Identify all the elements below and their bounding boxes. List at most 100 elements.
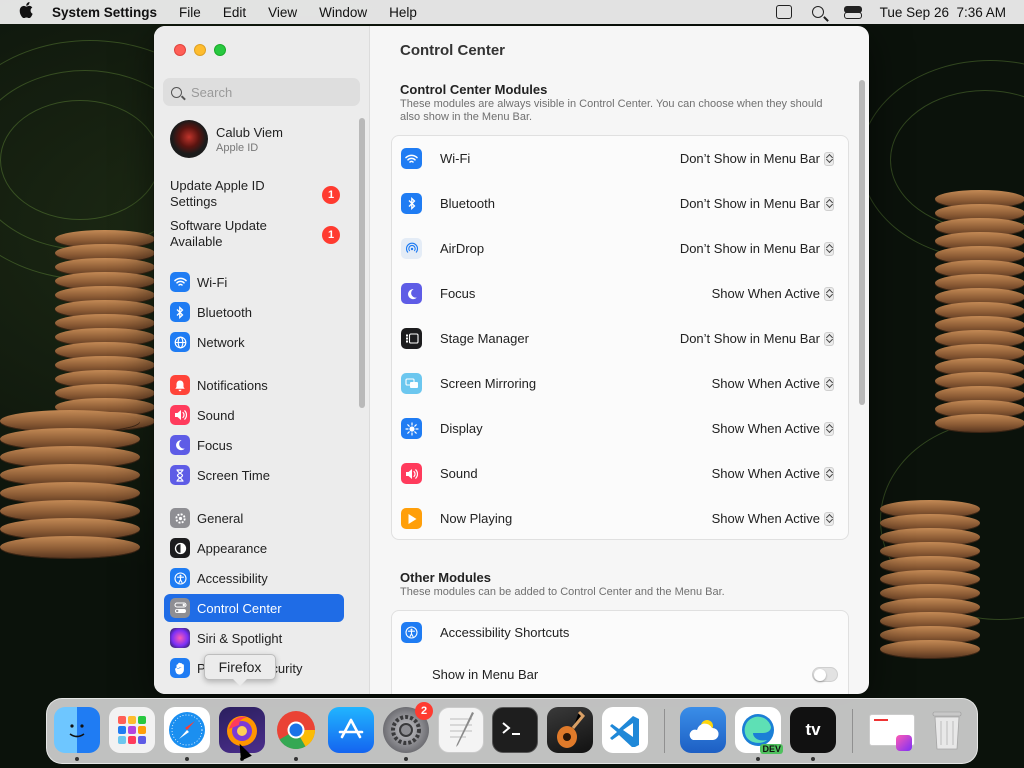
- menu-file[interactable]: File: [179, 5, 201, 20]
- trash-icon[interactable]: [924, 707, 970, 753]
- bell-icon: [170, 375, 190, 395]
- window-controls: [174, 44, 226, 56]
- sidebar-item-control-center[interactable]: Control Center: [164, 594, 344, 622]
- stage-manager-menu-icon[interactable]: [775, 5, 792, 19]
- apple-tv-label: tv: [805, 720, 821, 739]
- sidebar-item-general[interactable]: General: [164, 504, 344, 532]
- minimize-button[interactable]: [194, 44, 206, 56]
- module-visibility-select[interactable]: Show When Active: [712, 466, 834, 481]
- update-label: Update Apple ID Settings: [170, 178, 265, 209]
- garageband-icon[interactable]: [547, 707, 593, 753]
- module-row-accessibility-shortcuts: Accessibility Shortcuts: [392, 611, 848, 653]
- module-visibility-select[interactable]: Show When Active: [712, 286, 834, 301]
- module-row-screen-mirroring: Screen Mirroring Show When Active: [392, 361, 848, 406]
- sidebar-item-bluetooth[interactable]: Bluetooth: [164, 298, 344, 326]
- stage-manager-icon: [401, 328, 422, 349]
- modules-group: Wi-Fi Don’t Show in Menu Bar Bluetooth D…: [391, 135, 849, 540]
- screen-mirroring-icon: [401, 373, 422, 394]
- app-store-icon[interactable]: [328, 707, 374, 753]
- siri-icon: [170, 628, 190, 648]
- stepper-icon: [824, 151, 834, 166]
- select-value: Show When Active: [711, 421, 820, 436]
- sidebar-item-notifications[interactable]: Notifications: [164, 371, 344, 399]
- select-value: Show When Active: [711, 286, 820, 301]
- accessibility-icon: [401, 621, 422, 643]
- chrome-icon[interactable]: [273, 707, 319, 761]
- avatar: [170, 120, 208, 158]
- menu-help[interactable]: Help: [389, 5, 417, 20]
- dev-badge: DEV: [760, 744, 783, 754]
- sidebar-item-sound[interactable]: Sound: [164, 401, 344, 429]
- software-update-available[interactable]: Software Update Available 1: [170, 218, 340, 250]
- menu-app-name[interactable]: System Settings: [52, 5, 157, 20]
- sidebar-scrollbar[interactable]: [359, 118, 365, 408]
- module-visibility-select[interactable]: Show When Active: [712, 376, 834, 391]
- module-label: Focus: [440, 286, 476, 301]
- sidebar-search[interactable]: [163, 78, 360, 106]
- coin-stack-left-front: [0, 410, 140, 580]
- sun-icon: [401, 418, 422, 439]
- stepper-icon: [824, 286, 834, 301]
- module-visibility-select[interactable]: Don’t Show in Menu Bar: [680, 331, 834, 346]
- apple-menu-icon[interactable]: [0, 2, 52, 22]
- module-row-show-in-menu-bar: Show in Menu Bar: [392, 653, 848, 694]
- moon-icon: [170, 435, 190, 455]
- close-button[interactable]: [174, 44, 186, 56]
- menu-view[interactable]: View: [268, 5, 297, 20]
- module-visibility-select[interactable]: Show When Active: [712, 511, 834, 526]
- menu-edit[interactable]: Edit: [223, 5, 246, 20]
- module-label: Accessibility Shortcuts: [440, 624, 570, 640]
- module-visibility-select[interactable]: Don’t Show in Menu Bar: [680, 196, 834, 211]
- sidebar-item-siri-spotlight[interactable]: Siri & Spotlight: [164, 624, 344, 652]
- module-row-now-playing: Now Playing Show When Active: [392, 496, 848, 541]
- module-visibility-select[interactable]: Don’t Show in Menu Bar: [680, 151, 834, 166]
- menu-window[interactable]: Window: [319, 5, 367, 20]
- select-value: Don’t Show in Menu Bar: [679, 151, 820, 166]
- sidebar-item-screen-time[interactable]: Screen Time: [164, 461, 344, 489]
- search-input[interactable]: [191, 84, 351, 100]
- sidebar-item-accessibility[interactable]: Accessibility: [164, 564, 344, 592]
- edge-dev-icon[interactable]: DEV: [735, 707, 783, 761]
- module-label: Stage Manager: [440, 331, 529, 346]
- sidebar-item-appearance[interactable]: Appearance: [164, 534, 344, 562]
- select-value: Show When Active: [711, 511, 820, 526]
- zoom-button[interactable]: [214, 44, 226, 56]
- sidebar-item-network[interactable]: Network: [164, 328, 344, 356]
- select-value: Show When Active: [711, 376, 820, 391]
- hand-icon: [170, 658, 190, 678]
- content-scrollbar[interactable]: [859, 80, 865, 405]
- weather-icon[interactable]: [680, 707, 726, 753]
- other-modules-section-title: Other Modules: [400, 570, 492, 585]
- sidebar-item-label: Notifications: [197, 377, 268, 393]
- sidebar-item-focus[interactable]: Focus: [164, 431, 344, 459]
- launchpad-icon[interactable]: [109, 707, 155, 753]
- terminal-icon[interactable]: [492, 707, 538, 753]
- spotlight-search-icon[interactable]: [811, 6, 824, 18]
- apple-id-profile[interactable]: Calub Viem Apple ID: [170, 120, 283, 158]
- module-visibility-select[interactable]: Don’t Show in Menu Bar: [680, 241, 834, 256]
- bluetooth-icon: [401, 193, 422, 214]
- modules-section-title: Control Center Modules: [400, 82, 548, 97]
- safari-icon[interactable]: [164, 707, 210, 761]
- menu-clock[interactable]: Tue Sep 26 7:36 AM: [880, 5, 1006, 20]
- module-label: AirDrop: [440, 241, 485, 256]
- textedit-icon[interactable]: [438, 707, 484, 753]
- update-apple-id-settings[interactable]: Update Apple ID Settings 1: [170, 178, 340, 210]
- system-settings-icon[interactable]: 2: [383, 702, 433, 761]
- globe-icon: [170, 332, 190, 352]
- vscode-icon[interactable]: [602, 707, 648, 753]
- sidebar-item-label: Focus: [197, 437, 233, 453]
- running-indicator: [75, 757, 79, 761]
- select-value: Don’t Show in Menu Bar: [679, 196, 820, 211]
- coin-stack-right: [935, 190, 1024, 470]
- sidebar-item-wifi[interactable]: Wi-Fi: [164, 268, 344, 296]
- module-visibility-select[interactable]: Show When Active: [712, 421, 834, 436]
- downloads-stack-icon[interactable]: [869, 707, 915, 753]
- hourglass-icon: [170, 465, 190, 485]
- control-center-menu-icon[interactable]: [843, 5, 862, 19]
- stepper-icon: [824, 376, 834, 391]
- show-in-menu-bar-toggle[interactable]: [812, 667, 838, 682]
- finder-icon[interactable]: [54, 707, 100, 761]
- apple-tv-icon[interactable]: tv: [790, 707, 836, 761]
- module-label: Bluetooth: [440, 196, 495, 211]
